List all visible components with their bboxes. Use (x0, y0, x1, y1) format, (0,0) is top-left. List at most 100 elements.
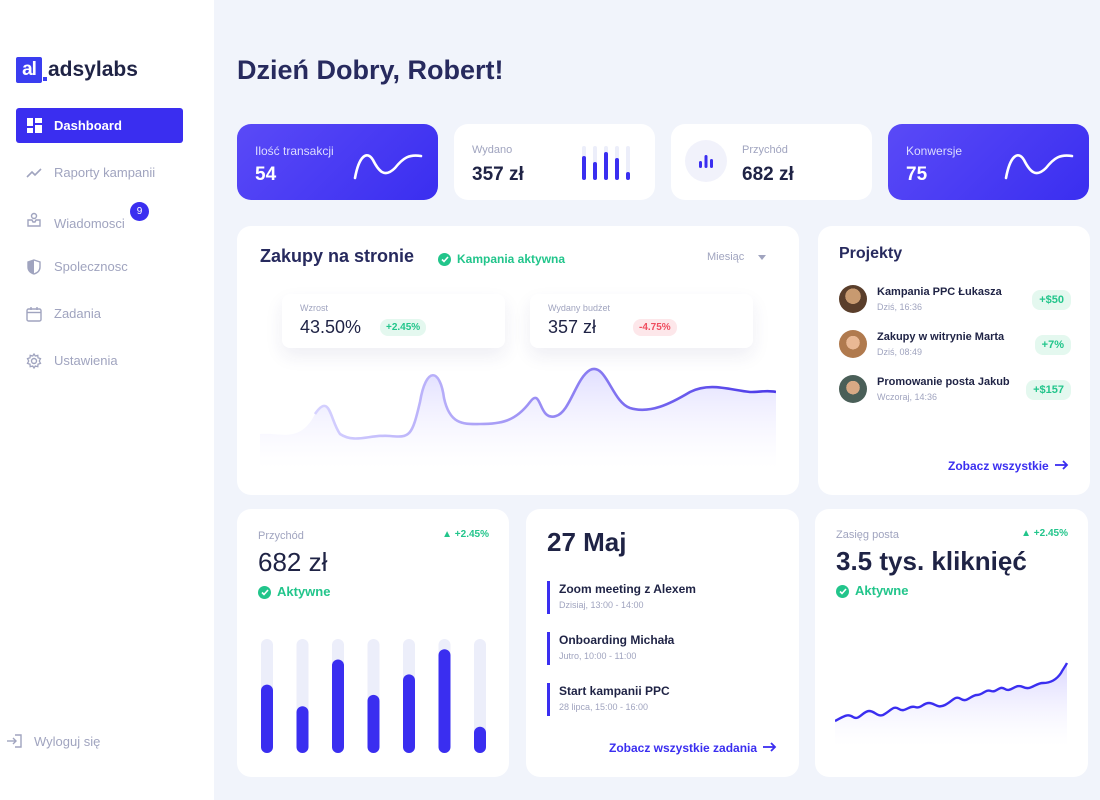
logo-dot (43, 77, 47, 81)
avatar (839, 330, 867, 358)
arrow-up-icon: ▲ (1021, 528, 1032, 539)
avatar (839, 375, 867, 403)
stat-label: Wydano (472, 144, 513, 156)
sidebar: al adsylabs Dashboard Raporty kampanii W… (0, 0, 214, 800)
revenue-bar-chart (261, 639, 486, 753)
budget-value: 357 zł (548, 317, 597, 337)
project-time: Wczoraj, 14:36 (877, 392, 938, 402)
growth-box: Wzrost 43.50% +2.45% (282, 294, 505, 348)
calendar-icon (26, 306, 42, 322)
stat-card-spent[interactable]: Wydano 357 zł (454, 124, 655, 200)
event-item[interactable]: Onboarding Michała Jutro, 10:00 - 11:00 (547, 632, 674, 665)
dashboard-icon (26, 118, 42, 134)
sales-card: Zakupy na stronie Kampania aktywna Miesi… (237, 226, 799, 495)
messages-badge: 9 (130, 202, 149, 221)
sidebar-item-spolecznosc[interactable]: Spolecznosc (16, 249, 183, 284)
check-icon (836, 585, 849, 599)
reach-status: Aktywne (836, 583, 909, 599)
project-amount: +$157 (1026, 380, 1071, 400)
project-item[interactable]: Kampania PPC Łukasza Dziś, 16:36 +$50 (839, 285, 1071, 315)
sidebar-item-label: Raporty kampanii (54, 165, 156, 180)
logo[interactable]: al adsylabs (16, 57, 138, 83)
projects-title: Projekty (839, 245, 903, 262)
stat-value: 54 (255, 164, 277, 185)
sidebar-item-raporty[interactable]: Raporty kampanii (16, 155, 183, 190)
event-title: Zoom meeting z Alexem (559, 582, 696, 596)
campaign-status-label: Kampania aktywna (457, 252, 566, 266)
budget-label: Wydany budżet (548, 303, 610, 313)
sidebar-item-label: Zadania (54, 306, 101, 321)
revenue-change: ▲ +2.45% (442, 529, 489, 540)
growth-change-badge: +2.45% (380, 319, 427, 336)
sidebar-item-ustawienia[interactable]: Ustawienia (16, 343, 183, 378)
stat-card-transactions[interactable]: Ilość transakcji 54 (237, 124, 438, 200)
period-select[interactable]: Miesiąc (707, 251, 767, 263)
revenue-value: 682 zł (258, 547, 328, 577)
reach-area-fill (835, 663, 1067, 747)
check-icon (438, 253, 451, 267)
period-value: Miesiąc (707, 251, 745, 263)
sales-title: Zakupy na stronie (260, 246, 415, 266)
project-name: Zakupy w witrynie Marta (877, 331, 1005, 343)
see-all-projects-link[interactable]: Zobacz wszystkie (948, 459, 1069, 473)
arrow-right-icon (1054, 459, 1069, 473)
sales-area-chart (260, 367, 776, 468)
budget-box: Wydany budżet 357 zł -4.75% (530, 294, 753, 348)
logout-button[interactable]: Wyloguj się (6, 733, 100, 749)
stat-card-revenue[interactable]: Przychód 682 zł (671, 124, 872, 200)
stat-card-conversions[interactable]: Konwersje 75 (888, 124, 1089, 200)
revenue-bar (474, 726, 486, 753)
sidebar-item-wiadomosci[interactable]: Wiadomosci 9 (16, 202, 183, 237)
sidebar-item-label: Ustawienia (54, 353, 118, 368)
sales-area-fill (260, 368, 776, 468)
shield-icon (26, 258, 42, 275)
projects-card: Projekty Kampania PPC Łukasza Dziś, 16:3… (818, 226, 1090, 495)
sidebar-item-zadania[interactable]: Zadania (16, 296, 183, 331)
project-time: Dziś, 16:36 (877, 302, 923, 312)
gear-icon (26, 352, 42, 369)
revenue-bar (261, 684, 273, 753)
arrow-right-icon (763, 741, 777, 755)
reach-change-value: +2.45% (1033, 528, 1068, 539)
campaign-status: Kampania aktywna (438, 252, 566, 267)
mini-bars-icon (582, 146, 630, 180)
sparkline-icon (1004, 154, 1074, 180)
stat-label: Ilość transakcji (255, 144, 334, 158)
sidebar-item-label: Dashboard (54, 118, 122, 133)
event-title: Start kampanii PPC (559, 684, 670, 698)
logout-icon (6, 733, 22, 749)
event-item[interactable]: Start kampanii PPC 28 lipca, 15:00 - 16:… (547, 683, 670, 716)
stat-label: Przychód (742, 144, 788, 156)
event-time: Dzisiaj, 13:00 - 14:00 (559, 600, 644, 610)
revenue-bar (332, 659, 344, 753)
stat-value: 682 zł (742, 164, 794, 185)
reach-status-label: Aktywne (855, 583, 909, 598)
see-all-tasks-link[interactable]: Zobacz wszystkie zadania (609, 741, 777, 755)
calendar-date: 27 Maj (547, 527, 627, 557)
calendar-card: 27 Maj Zoom meeting z Alexem Dzisiaj, 13… (526, 509, 799, 777)
reach-value: 3.5 tys. kliknięć (836, 546, 1027, 576)
project-amount: +7% (1034, 335, 1071, 355)
project-name: Promowanie posta Jakub (877, 376, 1010, 388)
revenue-change-value: +2.45% (454, 529, 489, 540)
event-time: 28 lipca, 15:00 - 16:00 (559, 702, 649, 712)
project-item[interactable]: Promowanie posta Jakub Wczoraj, 14:36 +$… (839, 375, 1071, 405)
project-item[interactable]: Zakupy w witrynie Marta Dziś, 08:49 +7% (839, 330, 1071, 360)
event-item[interactable]: Zoom meeting z Alexem Dzisiaj, 13:00 - 1… (547, 581, 696, 614)
project-time: Dziś, 08:49 (877, 347, 923, 357)
stat-value: 357 zł (472, 164, 524, 185)
event-time: Jutro, 10:00 - 11:00 (559, 651, 637, 661)
growth-label: Wzrost (300, 303, 328, 313)
inbox-icon (26, 212, 42, 228)
page-title: Dzień Dobry, Robert! (237, 55, 504, 85)
sidebar-item-label: Spolecznosc (54, 259, 128, 274)
sidebar-item-dashboard[interactable]: Dashboard (16, 108, 183, 143)
stat-value: 75 (906, 164, 928, 185)
revenue-card: Przychód ▲ +2.45% 682 zł Aktywne (237, 509, 509, 777)
revenue-status: Aktywne (258, 584, 331, 600)
avatar (839, 285, 867, 313)
budget-change-badge: -4.75% (633, 319, 677, 336)
revenue-bar (367, 694, 380, 753)
revenue-status-label: Aktywne (277, 584, 331, 599)
see-all-tasks-label: Zobacz wszystkie zadania (609, 741, 758, 755)
